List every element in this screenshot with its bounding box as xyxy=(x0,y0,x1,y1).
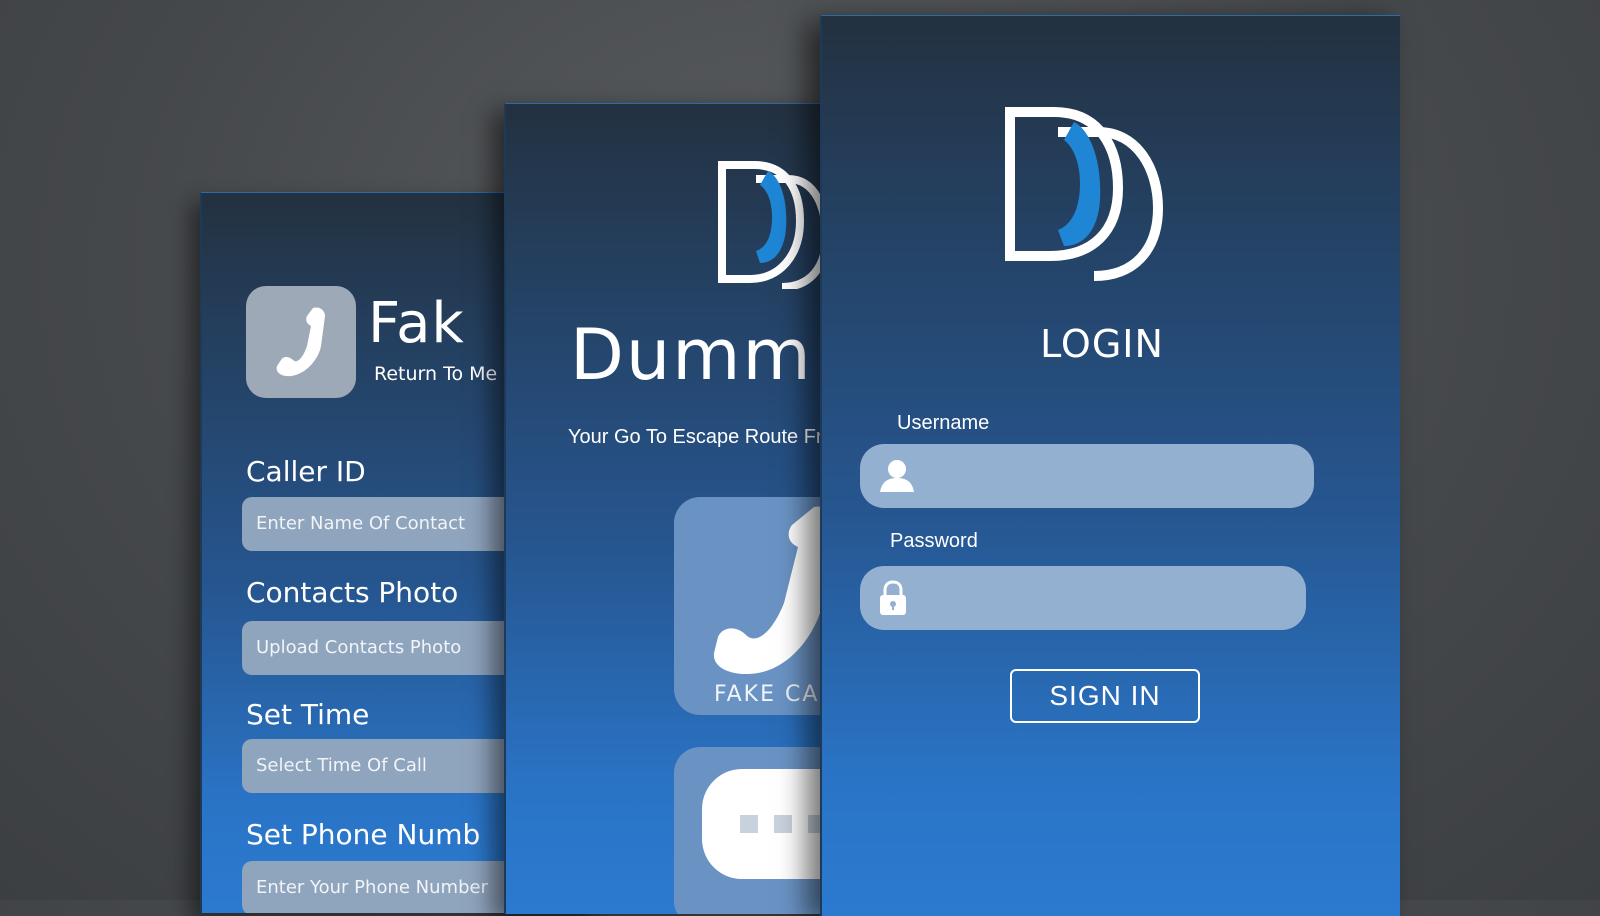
fake-call-tile-label: FAKE CAL xyxy=(714,682,834,707)
login-screen: LOGIN Username Password SIGN IN xyxy=(820,15,1400,916)
home-title: Dumm xyxy=(570,314,813,396)
home-tagline: Your Go To Escape Route From xyxy=(568,426,851,448)
fake-call-title: Fak xyxy=(368,291,465,356)
lock-icon xyxy=(880,580,906,615)
username-label: Username xyxy=(897,412,990,434)
sign-in-button[interactable]: SIGN IN xyxy=(1010,669,1200,723)
fake-call-subtitle: Return To Me xyxy=(374,363,498,385)
fake-call-app-icon xyxy=(246,286,356,398)
contacts-photo-label: Contacts Photo xyxy=(246,576,459,609)
dd-logo xyxy=(718,161,826,289)
username-input[interactable] xyxy=(920,444,1298,510)
password-input[interactable] xyxy=(920,566,1290,632)
username-field[interactable] xyxy=(860,444,1314,510)
set-phone-number-label: Set Phone Numb xyxy=(246,818,481,851)
set-time-label: Set Time xyxy=(246,698,370,731)
password-field[interactable] xyxy=(860,566,1306,632)
phone-icon xyxy=(276,307,325,377)
user-icon xyxy=(880,460,914,492)
login-title: LOGIN xyxy=(1040,322,1164,366)
caller-id-label: Caller ID xyxy=(246,455,366,488)
dd-logo xyxy=(1005,107,1164,281)
password-label: Password xyxy=(890,530,978,552)
